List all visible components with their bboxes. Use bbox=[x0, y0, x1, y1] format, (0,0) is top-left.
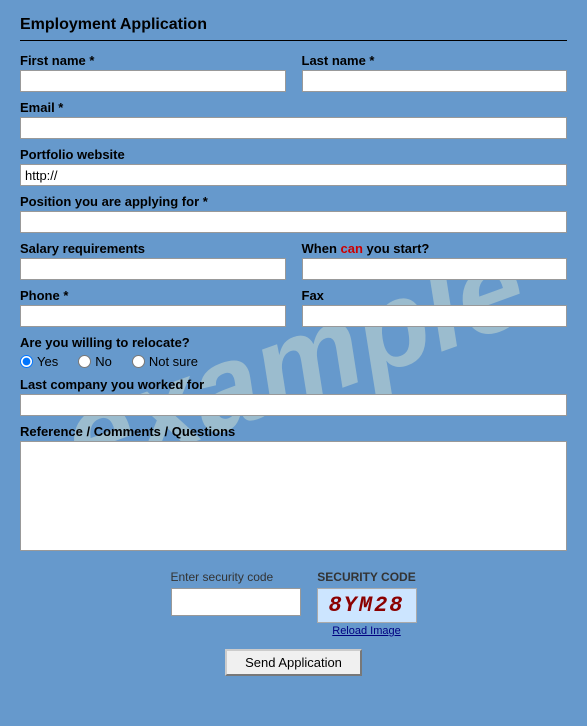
position-row: Position you are applying for * bbox=[20, 194, 567, 233]
relocate-label: Are you willing to relocate? bbox=[20, 335, 567, 350]
position-input[interactable] bbox=[20, 211, 567, 233]
last-company-input[interactable] bbox=[20, 394, 567, 416]
security-code-label: SECURITY CODE bbox=[317, 570, 415, 584]
relocate-not-sure-radio[interactable] bbox=[132, 355, 145, 368]
relocate-yes-radio[interactable] bbox=[20, 355, 33, 368]
portfolio-group: Portfolio website bbox=[20, 147, 567, 186]
comments-row: Reference / Comments / Questions bbox=[20, 424, 567, 554]
security-code-input[interactable] bbox=[171, 588, 301, 616]
relocate-row: Are you willing to relocate? Yes No Not … bbox=[20, 335, 567, 369]
security-code-image: 8YM28 bbox=[317, 588, 417, 623]
relocate-yes-label: Yes bbox=[37, 354, 58, 369]
when-start-highlight: can bbox=[341, 241, 363, 256]
phone-input[interactable] bbox=[20, 305, 286, 327]
first-name-label: First name * bbox=[20, 53, 286, 68]
relocate-no-option: No bbox=[78, 354, 112, 369]
name-row: First name * Last name * bbox=[20, 53, 567, 92]
security-input-group: Enter security code bbox=[171, 570, 301, 616]
email-group: Email * bbox=[20, 100, 567, 139]
page-title: Employment Application bbox=[20, 16, 567, 34]
portfolio-row: Portfolio website bbox=[20, 147, 567, 186]
phone-group: Phone * bbox=[20, 288, 286, 327]
fax-group: Fax bbox=[302, 288, 568, 327]
relocate-not-sure-option: Not sure bbox=[132, 354, 198, 369]
position-group: Position you are applying for * bbox=[20, 194, 567, 233]
comments-group: Reference / Comments / Questions bbox=[20, 424, 567, 554]
relocate-yes-option: Yes bbox=[20, 354, 58, 369]
security-enter-label: Enter security code bbox=[171, 570, 274, 584]
reload-image-link[interactable]: Reload Image bbox=[332, 625, 401, 637]
relocate-not-sure-label: Not sure bbox=[149, 354, 198, 369]
relocate-no-radio[interactable] bbox=[78, 355, 91, 368]
comments-label: Reference / Comments / Questions bbox=[20, 424, 567, 439]
salary-start-row: Salary requirements When can you start? bbox=[20, 241, 567, 280]
security-row: Enter security code SECURITY CODE 8YM28 … bbox=[171, 570, 417, 637]
first-name-input[interactable] bbox=[20, 70, 286, 92]
divider bbox=[20, 40, 567, 41]
form-container: example Employment Application First nam… bbox=[0, 0, 587, 696]
comments-textarea[interactable] bbox=[20, 441, 567, 551]
submit-button[interactable]: Send Application bbox=[225, 649, 362, 676]
when-start-label: When can you start? bbox=[302, 241, 568, 256]
portfolio-label: Portfolio website bbox=[20, 147, 567, 162]
phone-fax-row: Phone * Fax bbox=[20, 288, 567, 327]
salary-label: Salary requirements bbox=[20, 241, 286, 256]
form-content: Employment Application First name * Last… bbox=[20, 16, 567, 676]
security-code-display: SECURITY CODE 8YM28 Reload Image bbox=[317, 570, 417, 637]
last-company-label: Last company you worked for bbox=[20, 377, 567, 392]
email-input[interactable] bbox=[20, 117, 567, 139]
salary-group: Salary requirements bbox=[20, 241, 286, 280]
last-name-group: Last name * bbox=[302, 53, 568, 92]
phone-label: Phone * bbox=[20, 288, 286, 303]
fax-input[interactable] bbox=[302, 305, 568, 327]
portfolio-input[interactable] bbox=[20, 164, 567, 186]
last-company-row: Last company you worked for bbox=[20, 377, 567, 416]
relocate-radio-group: Yes No Not sure bbox=[20, 354, 567, 369]
comments-textarea-wrapper bbox=[20, 441, 567, 554]
when-start-group: When can you start? bbox=[302, 241, 568, 280]
relocate-group: Are you willing to relocate? Yes No Not … bbox=[20, 335, 567, 369]
first-name-group: First name * bbox=[20, 53, 286, 92]
last-name-label: Last name * bbox=[302, 53, 568, 68]
when-start-input[interactable] bbox=[302, 258, 568, 280]
position-label: Position you are applying for * bbox=[20, 194, 567, 209]
last-name-input[interactable] bbox=[302, 70, 568, 92]
email-label: Email * bbox=[20, 100, 567, 115]
email-row: Email * bbox=[20, 100, 567, 139]
fax-label: Fax bbox=[302, 288, 568, 303]
salary-input[interactable] bbox=[20, 258, 286, 280]
bottom-section: Enter security code SECURITY CODE 8YM28 … bbox=[20, 570, 567, 676]
last-company-group: Last company you worked for bbox=[20, 377, 567, 416]
relocate-no-label: No bbox=[95, 354, 112, 369]
